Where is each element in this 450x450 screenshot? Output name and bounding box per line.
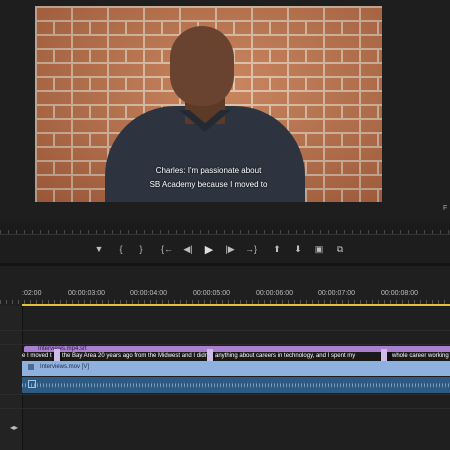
- caption-line-1: Charles: I'm passionate about: [155, 166, 262, 175]
- ruler-label: 00:00:07:00: [318, 290, 355, 297]
- ruler-label: 00:00:05:00: [193, 290, 230, 297]
- clip-fx-icon: [28, 364, 34, 370]
- track-divider: [0, 344, 450, 345]
- mark-in-icon[interactable]: {: [114, 242, 128, 256]
- caption-line-2: SB Academy because I moved to: [149, 180, 268, 189]
- work-area-bar[interactable]: [22, 304, 450, 306]
- ruler-label: 00:00:04:00: [130, 290, 167, 297]
- ruler-label: 00:00:06:00: [256, 290, 293, 297]
- add-marker-icon[interactable]: ▼: [92, 242, 106, 256]
- video-frame[interactable]: Charles: I'm passionate about SB Academy…: [35, 6, 382, 202]
- extract-icon[interactable]: ⬇: [291, 242, 305, 256]
- person-head: [170, 26, 234, 106]
- ruler-label: :02:00: [22, 290, 42, 297]
- mark-out-icon[interactable]: }: [134, 242, 148, 256]
- go-to-out-icon[interactable]: →}: [244, 242, 258, 256]
- ruler-label: 00:00:03:00: [68, 290, 105, 297]
- caption-segment-handle[interactable]: [54, 349, 60, 361]
- caption-segment-handle[interactable]: [207, 349, 213, 361]
- caption-segment[interactable]: the Bay Area 20 years ago from the Midwe…: [62, 352, 207, 361]
- audio-clip[interactable]: [22, 377, 450, 393]
- audio-waveform: [22, 377, 450, 393]
- monitor-timeline-ruler[interactable]: [0, 224, 450, 235]
- track-divider: [0, 330, 450, 331]
- program-monitor: Charles: I'm passionate about SB Academy…: [0, 0, 450, 218]
- track-divider: [0, 394, 450, 395]
- go-to-in-icon[interactable]: {←: [160, 242, 174, 256]
- comparison-view-icon[interactable]: ⧉: [333, 242, 347, 256]
- caption-segment[interactable]: e I moved to: [22, 352, 52, 361]
- step-back-icon[interactable]: ◀|: [181, 242, 195, 256]
- monitor-corner-label[interactable]: F: [443, 205, 447, 212]
- transport-controls: ▼ { } {← ◀| ▶ |▶ →} ⬆ ⬇ ▣ ⧉: [0, 238, 450, 260]
- lift-icon[interactable]: ⬆: [270, 242, 284, 256]
- ruler-label: 00:00:08:00: [381, 290, 418, 297]
- export-frame-icon[interactable]: ▣: [312, 242, 326, 256]
- timeline-nav-icon[interactable]: ◂▸: [10, 423, 18, 432]
- caption-segment-handle[interactable]: [381, 349, 387, 361]
- caption-segment[interactable]: anything about careers in technology, an…: [215, 352, 380, 361]
- play-icon[interactable]: ▶: [202, 242, 216, 256]
- video-clip-name: Interviews.mov [V]: [40, 364, 90, 370]
- caption-segment[interactable]: whole career working i: [392, 352, 450, 361]
- track-divider: [0, 408, 450, 409]
- step-forward-icon[interactable]: |▶: [223, 242, 237, 256]
- audio-clip-icon: [28, 380, 36, 388]
